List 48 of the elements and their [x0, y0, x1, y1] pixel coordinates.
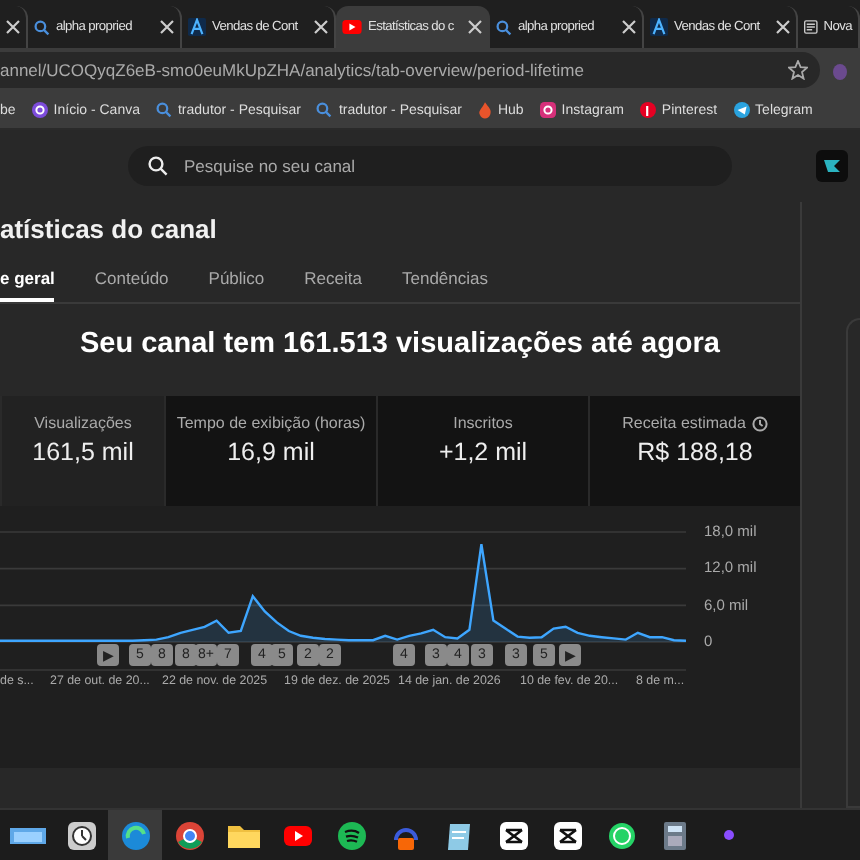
- search-icon: [316, 102, 333, 118]
- browser-icon[interactable]: [121, 821, 149, 849]
- paper-plane-icon: [733, 102, 750, 118]
- letter-icon: [188, 18, 206, 36]
- tab[interactable]: Público: [208, 268, 265, 302]
- headline: Seu canal tem 161.513 visualizações até agora: [78, 326, 722, 364]
- camera-icon: [539, 102, 556, 118]
- close-icon[interactable]: [468, 20, 482, 34]
- close-icon[interactable]: [776, 20, 790, 34]
- tab[interactable]: Conteúdo: [94, 268, 169, 302]
- notepad-icon[interactable]: [446, 821, 472, 849]
- dot-icon[interactable]: [724, 830, 734, 840]
- page-title: atísticas do canal: [0, 212, 219, 248]
- search-icon: [496, 19, 512, 35]
- search-icon: [148, 156, 168, 176]
- address-bar[interactable]: annel/UCOQyqZ6eB-smo0euMkUpZHA/analytics/tab-overview/period-lifetime: [0, 52, 820, 88]
- search-icon: [155, 102, 172, 118]
- browser-icon[interactable]: [175, 821, 203, 849]
- play-icon: [342, 20, 362, 34]
- close-icon[interactable]: [160, 20, 174, 34]
- folder-icon[interactable]: [227, 823, 259, 847]
- page-icon: [804, 18, 818, 36]
- music-icon[interactable]: [337, 821, 365, 849]
- play-icon[interactable]: [283, 825, 311, 845]
- tab[interactable]: Receita: [304, 268, 362, 302]
- close-icon[interactable]: [622, 20, 636, 34]
- search-field[interactable]: Pesquise no seu canal: [128, 146, 732, 186]
- metric-tab[interactable]: Tempo de exibição (horas) 16,9 mil: [164, 396, 376, 506]
- app-icon[interactable]: [553, 821, 581, 849]
- channel-avatar-icon[interactable]: [816, 150, 848, 182]
- clock-icon[interactable]: [67, 821, 95, 849]
- logo-icon: [31, 102, 48, 118]
- star-icon[interactable]: [788, 60, 808, 80]
- calculator-icon[interactable]: [664, 821, 686, 849]
- taskbar-button[interactable]: [108, 810, 162, 860]
- pin-icon: [639, 102, 656, 118]
- flame-icon: [477, 101, 492, 119]
- app-icon[interactable]: [499, 821, 527, 849]
- metric-tab[interactable]: Inscritos +1,2 mil: [376, 396, 588, 506]
- search-icon: [34, 19, 50, 35]
- letter-icon: [650, 18, 668, 36]
- tab[interactable]: e geral: [0, 268, 55, 302]
- tab[interactable]: Tendências: [402, 268, 489, 302]
- close-icon[interactable]: [314, 20, 328, 34]
- close-icon[interactable]: [6, 20, 20, 34]
- metric-tab[interactable]: Receita estimada R$ 188,18: [588, 396, 800, 506]
- clock-icon: [751, 415, 768, 431]
- chat-icon[interactable]: [607, 821, 635, 849]
